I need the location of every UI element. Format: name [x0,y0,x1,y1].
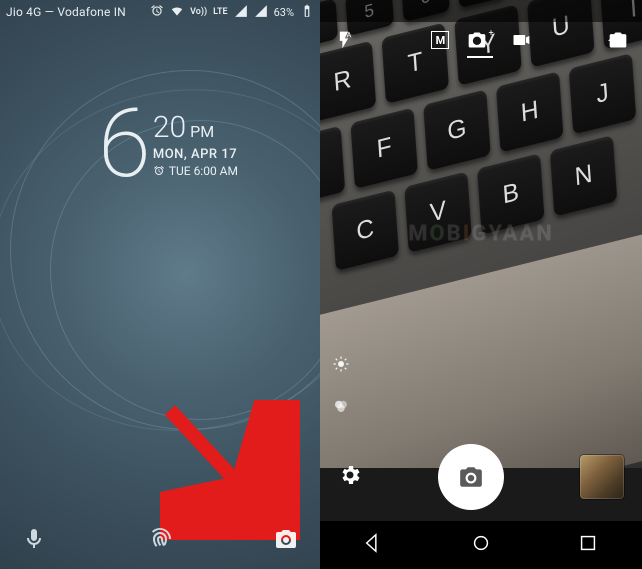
mode-video[interactable] [511,30,531,54]
clock-hour: 6 [98,96,147,192]
alarm-icon [150,4,164,21]
keyboard-key: H [496,71,564,153]
lte-label: LTE [213,7,227,17]
signal-icon [234,4,248,21]
camera-icon [458,464,484,490]
keyboard-key: D [320,126,345,208]
camera-status-bar [320,0,642,22]
camera-top-controls: A M + [320,24,642,60]
settings-icon[interactable] [338,463,362,491]
keyboard-key: G [423,89,491,171]
camera-bottom-bar [320,433,642,521]
navigation-bar [320,521,642,569]
lockscreen-pane: Jio 4G — Vodafone IN Vo)) LTE 63% 6 20 P… [0,0,320,569]
watermark: MOBIGYAAN [408,222,554,247]
status-bar: Jio 4G — Vodafone IN Vo)) LTE 63% [0,0,320,24]
status-icons: Vo)) LTE 63% [150,4,314,21]
switch-camera-icon[interactable] [608,30,628,54]
camera-shortcut-icon[interactable] [274,527,298,555]
mode-manual[interactable]: M [431,31,449,53]
battery-icon [300,4,314,21]
clock-minute: 20 [153,110,186,145]
clock-widget: 6 20 PM MON, APR 17 TUE 6:00 AM [98,96,238,192]
clock-ampm: PM [190,122,214,141]
color-icon[interactable] [332,397,350,419]
volte-label: Vo)) [190,7,207,17]
shutter-button[interactable] [438,444,504,510]
camera-side-controls [332,355,350,419]
camera-app-pane: 34567890 ERTYUI DFGHJ CVBN MOBIGYAAN A M… [320,0,642,569]
keyboard-key: C [331,189,399,271]
next-alarm-label: TUE 6:00 AM [169,164,238,178]
keyboard-key: F [350,107,418,189]
camera-viewfinder[interactable]: 34567890 ERTYUI DFGHJ CVBN MOBIGYAAN [320,0,642,468]
wifi-icon [170,4,184,21]
carrier-label: Jio 4G — Vodafone IN [6,5,126,19]
keyboard-key: J [569,53,637,135]
recents-button[interactable] [577,532,599,558]
home-button[interactable] [470,532,492,558]
next-alarm: TUE 6:00 AM [153,164,238,178]
back-button[interactable] [363,532,385,558]
signal-icon [254,4,268,21]
clock-date: MON, APR 17 [153,147,238,162]
hdr-icon[interactable] [332,355,350,377]
mic-icon[interactable] [22,527,46,555]
battery-percent: 63% [274,6,294,19]
gallery-thumbnail[interactable] [580,455,624,499]
keyboard-key: N [550,135,618,217]
flash-icon[interactable]: A [334,30,354,54]
svg-text:A: A [347,31,352,40]
lockscreen-shortcuts [0,527,320,555]
fingerprint-icon[interactable] [148,527,172,555]
mode-photo[interactable]: + [467,30,492,54]
